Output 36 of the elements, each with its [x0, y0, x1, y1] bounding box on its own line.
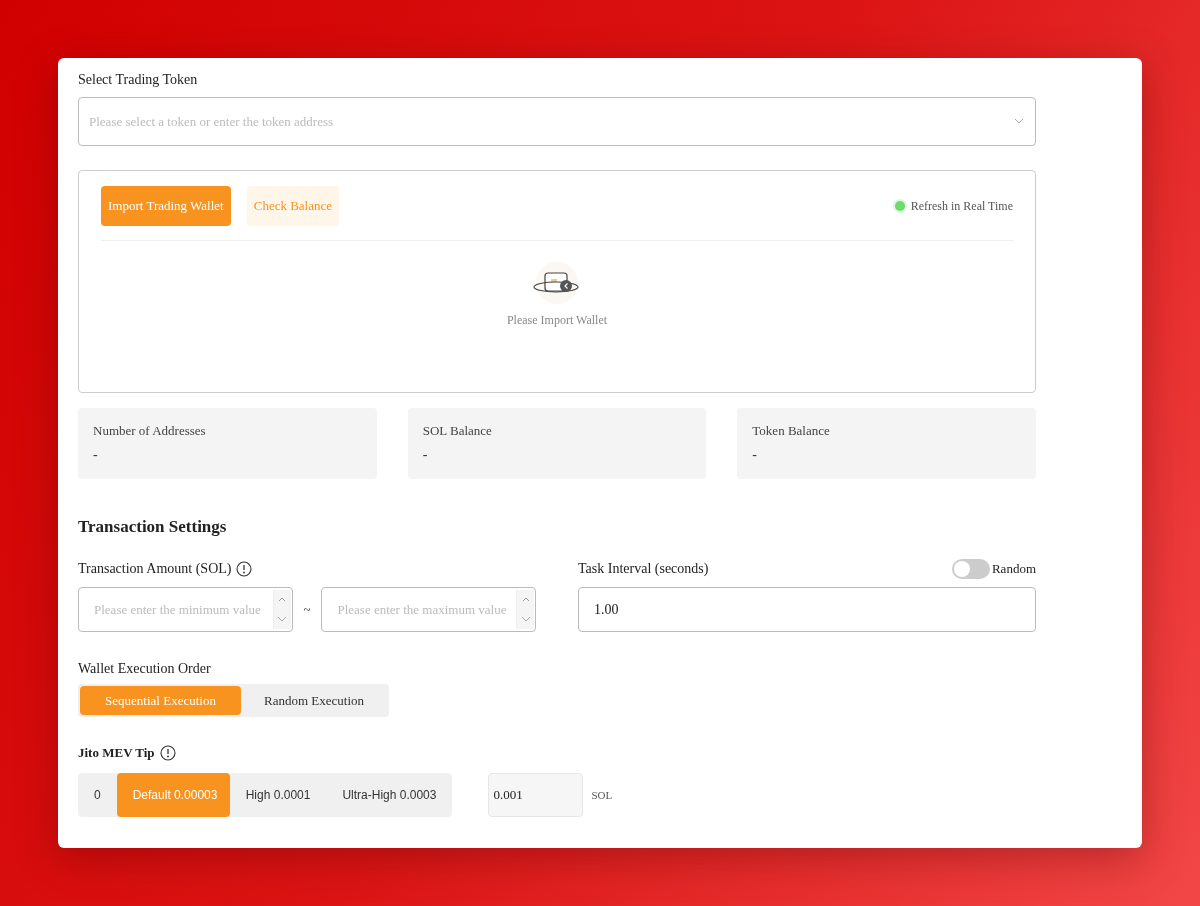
refresh-label: Refresh in Real Time [910, 198, 1013, 214]
toggle-switch[interactable] [951, 559, 990, 579]
input-field[interactable]: 0.001 [488, 773, 584, 817]
info-icon [236, 561, 253, 577]
stat-value: - [422, 447, 429, 463]
field-label: Task Interval (seconds) [578, 561, 709, 577]
chevron-down-icon [520, 616, 531, 622]
input-field[interactable]: 1.00 [578, 587, 1036, 632]
stepper-control[interactable] [272, 590, 291, 629]
segment-option[interactable]: Random Execution [241, 686, 387, 715]
empty-state-text: Please Import Wallet [506, 313, 608, 328]
chevron-down-icon [1014, 118, 1024, 124]
range-separator: ~ [302, 601, 312, 618]
chevron-up-icon [278, 597, 287, 602]
field-label: Select Trading Token [78, 72, 198, 88]
stat-label: Token Balance [752, 423, 831, 439]
unit-label: SOL [591, 789, 613, 801]
stat-value: - [93, 447, 99, 463]
stat-label: SOL Balance [422, 423, 493, 439]
tip-option[interactable]: 0 [78, 773, 117, 817]
info-icon [159, 745, 176, 761]
stepper-control[interactable] [516, 590, 534, 629]
number-field[interactable]: Please enter the maximum value [321, 587, 536, 632]
chevron-down-icon [277, 616, 288, 622]
stat-label: Number of Addresses [93, 423, 207, 439]
toggle-label: Random [991, 561, 1036, 577]
tip-option[interactable]: High 0.0001 [229, 773, 327, 817]
field-label: Wallet Execution Order [78, 661, 211, 677]
field-label: Jito MEV Tip [78, 745, 155, 761]
field-label: Transaction Amount (SOL) [78, 561, 232, 577]
chevron-up-icon [521, 597, 530, 602]
section-title: Transaction Settings [78, 517, 228, 537]
stat-value: - [752, 447, 758, 463]
number-field[interactable]: Please enter the minimum value [78, 587, 293, 632]
token-select-field[interactable]: Please select a token or enter the token address [78, 97, 1036, 146]
tip-option[interactable]: Ultra-High 0.0003 [326, 773, 453, 817]
